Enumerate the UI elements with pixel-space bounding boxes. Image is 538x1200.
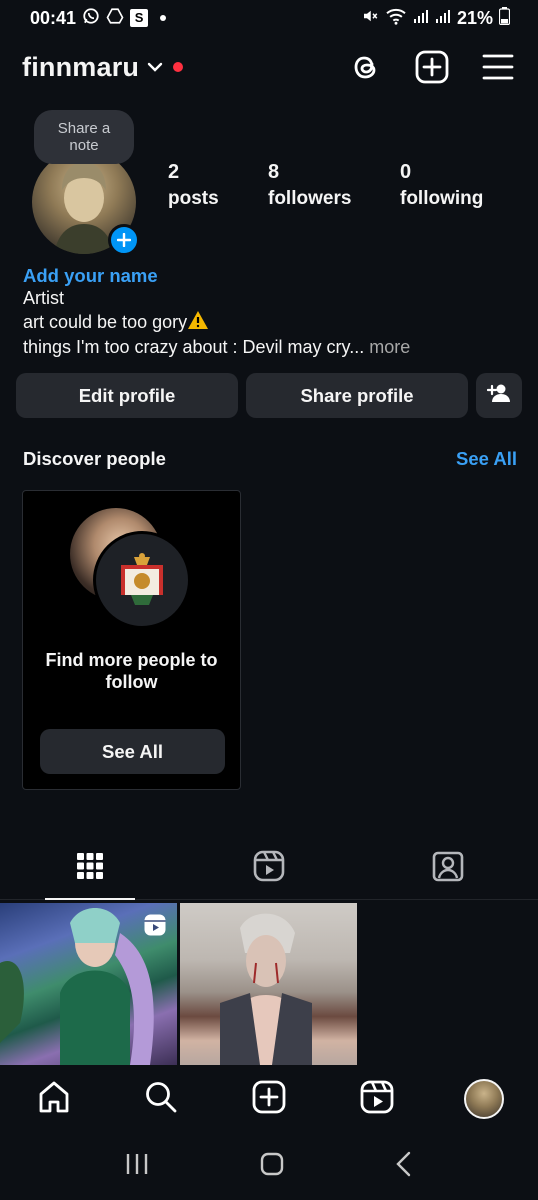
posts-grid — [0, 903, 538, 1065]
bio-line: things I'm too crazy about : Devil may c… — [23, 337, 350, 357]
suggestion-card: Find more people to follow See All — [22, 490, 241, 790]
nav-search[interactable] — [136, 1074, 186, 1124]
profile-button-row: Edit profile Share profile — [16, 373, 522, 418]
signal-icon — [435, 8, 451, 29]
nav-reels[interactable] — [352, 1074, 402, 1124]
stat-label: posts — [168, 188, 219, 209]
reel-badge-icon — [143, 913, 167, 942]
suggested-avatar — [93, 531, 191, 629]
threads-icon[interactable] — [348, 49, 384, 85]
bio-ellipsis: ... — [349, 337, 365, 357]
tagged-icon — [432, 850, 464, 887]
content-tabs — [0, 838, 538, 900]
nav-create[interactable] — [244, 1074, 294, 1124]
system-navigation — [0, 1132, 538, 1200]
post-thumbnail[interactable] — [180, 903, 357, 1065]
add-name-link[interactable]: Add your name — [23, 264, 523, 287]
battery-icon — [498, 6, 511, 30]
profile-avatar — [464, 1079, 505, 1119]
coat-of-arms-icon — [121, 553, 163, 605]
grid-icon — [76, 852, 104, 885]
profile-bio: Add your name Artist art could be too go… — [23, 264, 523, 359]
stat-following[interactable]: 0 following — [400, 160, 483, 214]
note-placeholder: Share a note — [57, 120, 111, 154]
whatsapp-icon — [82, 7, 100, 30]
back-icon[interactable] — [394, 1151, 414, 1182]
menu-icon[interactable] — [480, 49, 516, 85]
mute-icon — [361, 7, 379, 30]
bio-more-link[interactable]: more — [364, 337, 410, 357]
discover-title: Discover people — [23, 448, 166, 469]
see-all-link[interactable]: See All — [456, 448, 517, 470]
stat-value: 2 — [168, 161, 180, 183]
tab-tagged[interactable] — [359, 838, 538, 899]
stat-label: followers — [268, 188, 352, 209]
warning-icon — [187, 310, 209, 336]
bottom-navigation — [0, 1066, 538, 1132]
share-profile-button[interactable]: Share profile — [246, 373, 468, 418]
add-story-button[interactable] — [108, 224, 140, 256]
card-see-all-button[interactable]: See All — [40, 729, 225, 774]
add-person-icon — [486, 383, 511, 408]
status-bar: 00:41 S 21% — [0, 0, 538, 36]
stat-label: following — [400, 188, 484, 209]
profile-avatar-wrapper[interactable] — [32, 150, 140, 256]
create-icon[interactable] — [414, 49, 450, 85]
signal-icon — [413, 8, 429, 29]
bio-line: Artist — [23, 288, 65, 308]
share-note-bubble[interactable]: Share a note — [34, 110, 134, 164]
tab-posts[interactable] — [0, 838, 179, 900]
reels-icon — [360, 1080, 394, 1119]
bio-line: art could be too gory — [23, 312, 188, 332]
chevron-down-icon[interactable] — [147, 60, 163, 78]
bio-line-wrapper: art could be too gory — [23, 310, 523, 336]
create-icon — [252, 1080, 286, 1119]
home-icon — [37, 1080, 71, 1119]
notification-dot — [160, 15, 167, 21]
search-icon — [144, 1080, 178, 1119]
drive-icon — [106, 7, 124, 30]
s-app-icon: S — [130, 9, 149, 27]
status-time: 00:41 — [30, 7, 77, 28]
stat-posts[interactable]: 2 posts — [168, 160, 268, 214]
post-thumbnail[interactable] — [0, 903, 177, 1065]
battery-percent: 21% — [456, 7, 493, 28]
discover-people-button[interactable] — [476, 373, 522, 418]
nav-home[interactable] — [29, 1074, 79, 1124]
stat-value: 0 — [400, 161, 412, 183]
nav-profile[interactable] — [459, 1074, 509, 1124]
discover-header: Discover people See All — [23, 448, 517, 470]
home-button-icon[interactable] — [259, 1151, 285, 1182]
wifi-icon — [385, 7, 407, 30]
suggestion-text: Find more people to follow — [45, 650, 218, 692]
stat-followers[interactable]: 8 followers — [268, 160, 400, 214]
reels-icon — [253, 850, 285, 887]
username-switcher[interactable]: finnmaru — [22, 52, 139, 83]
bio-line-wrapper: things I'm too crazy about : Devil may c… — [23, 336, 523, 359]
tab-reels[interactable] — [179, 838, 358, 899]
profile-stats: 2 posts 8 followers 0 following — [168, 160, 483, 214]
stat-value: 8 — [268, 161, 280, 183]
edit-profile-button[interactable]: Edit profile — [16, 373, 238, 418]
notification-badge — [173, 62, 184, 72]
profile-header: finnmaru — [22, 44, 516, 90]
recent-apps-icon[interactable] — [124, 1152, 150, 1181]
